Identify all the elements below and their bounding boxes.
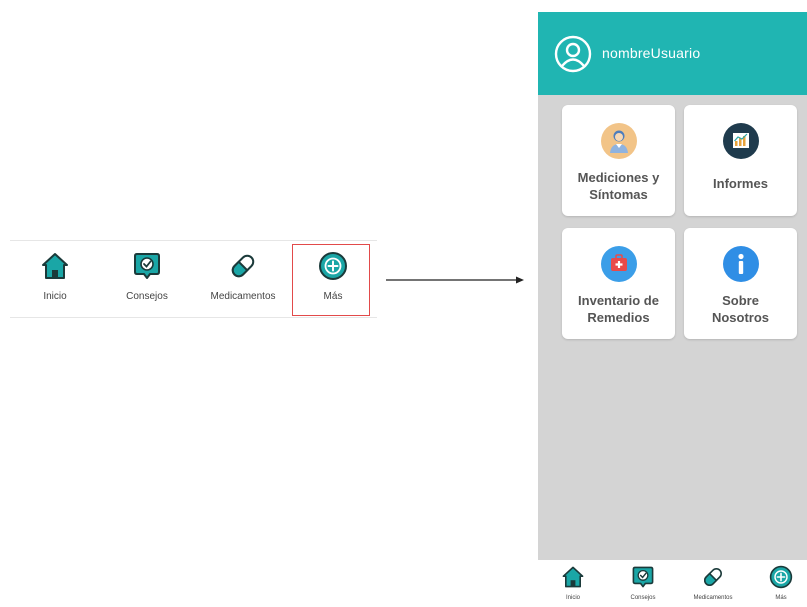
phone-nav-item-mas[interactable]: Más xyxy=(746,565,807,601)
nav-label-medicamentos: Medicamentos xyxy=(210,291,276,302)
chat-check-icon xyxy=(632,566,654,588)
chart-icon xyxy=(722,123,759,159)
phone-bottom-nav: Inicio Consejos Medicamentos Más xyxy=(538,560,807,607)
doctor-icon xyxy=(600,123,637,159)
medkit-icon xyxy=(600,246,637,282)
home-icon xyxy=(42,253,68,279)
phone-nav-item-medicamentos[interactable]: Medicamentos xyxy=(678,565,748,601)
card-label: Mediciones y Síntomas xyxy=(577,170,660,202)
phone-nav-label: Inicio xyxy=(565,595,580,601)
card-informes[interactable]: Informes xyxy=(684,105,797,216)
nav-item-medicamentos[interactable]: Medicamentos xyxy=(203,251,283,313)
user-avatar-icon[interactable] xyxy=(554,35,592,73)
highlight-box-mas xyxy=(292,244,370,316)
nav-item-inicio[interactable]: Inicio xyxy=(15,251,95,313)
phone-nav-label: Consejos xyxy=(630,595,656,601)
chat-check-icon xyxy=(134,253,160,279)
nav-label-inicio: Inicio xyxy=(43,291,67,302)
username-label: nombreUsuario xyxy=(602,45,701,61)
card-sobre-nosotros[interactable]: Sobre Nosotros xyxy=(684,228,797,339)
phone-nav-item-inicio[interactable]: Inicio xyxy=(538,565,608,601)
nav-label-consejos: Consejos xyxy=(126,291,168,302)
phone-nav-item-consejos[interactable]: Consejos xyxy=(608,565,678,601)
pill-icon xyxy=(231,254,255,278)
plus-circle-icon xyxy=(769,565,793,589)
card-inventario-remedios[interactable]: Inventario de Remedios xyxy=(562,228,675,339)
pill-icon xyxy=(704,568,722,586)
nav-item-consejos[interactable]: Consejos xyxy=(107,251,187,313)
profile-header: nombreUsuario xyxy=(538,12,807,95)
phone-screen: nombreUsuario Mediciones y Síntomas Info… xyxy=(538,12,807,607)
info-icon xyxy=(722,246,759,282)
card-label: Sobre Nosotros xyxy=(711,293,770,325)
arrow-right-icon xyxy=(386,276,524,284)
phone-nav-label: Medicamentos xyxy=(693,595,733,601)
home-icon xyxy=(562,566,584,588)
card-label: Inventario de Remedios xyxy=(578,293,659,325)
phone-nav-label: Más xyxy=(775,595,787,601)
card-mediciones-sintomas[interactable]: Mediciones y Síntomas xyxy=(562,105,675,216)
card-label: Informes xyxy=(713,176,768,191)
